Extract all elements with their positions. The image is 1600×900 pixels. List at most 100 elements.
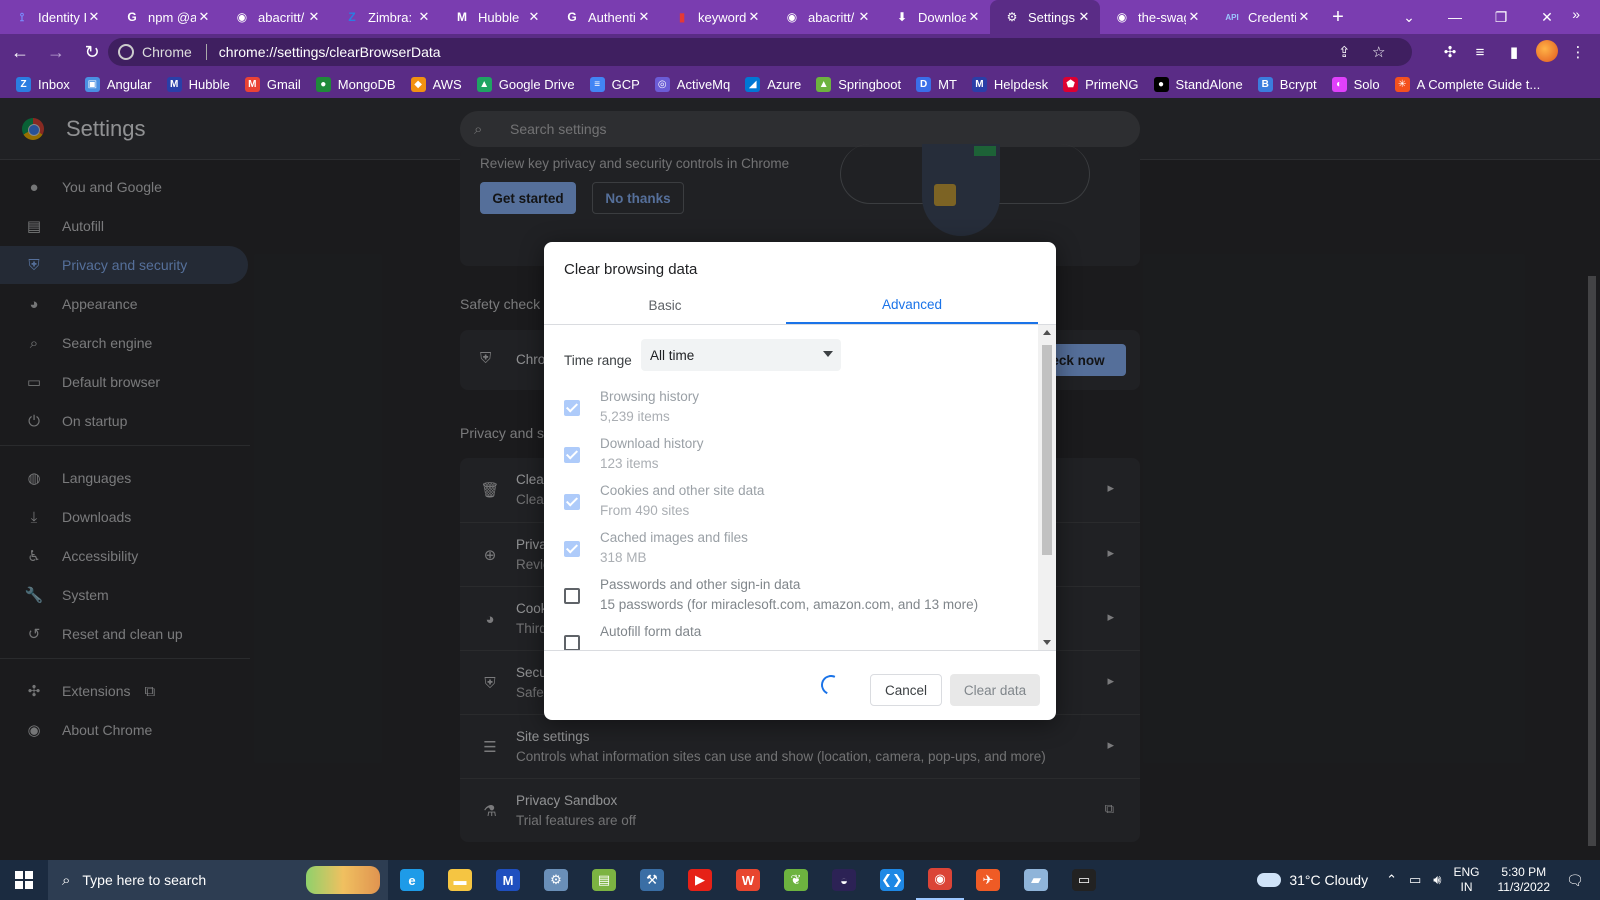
option-passwords-and-other-sign-in-data[interactable]: Passwords and other sign-in data 15 passw… <box>544 577 1044 625</box>
bookmark-16[interactable]: B Bcrypt <box>1257 76 1317 92</box>
bookmark-3[interactable]: M Hubble <box>166 76 230 92</box>
youtube-icon[interactable]: ▶ <box>676 860 724 900</box>
tab-advanced[interactable]: Advanced <box>786 286 1038 324</box>
wps-icon[interactable]: W <box>724 860 772 900</box>
bookmark-13[interactable]: M Helpdesk <box>971 76 1048 92</box>
tab-2[interactable]: Gnpm @a ✕ <box>110 0 220 34</box>
tab-10[interactable]: ⚙ Settings ✕ <box>990 0 1100 34</box>
close-tab-icon[interactable]: ✕ <box>196 9 212 25</box>
option-download-history[interactable]: Download history 123 items <box>544 436 1044 484</box>
checkbox-checked-icon[interactable] <box>564 447 580 463</box>
option-cached-images-and-files[interactable]: Cached images and files 318 MB <box>544 530 1044 578</box>
taskbar-search-box[interactable]: ⌕ Type here to search <box>48 860 388 900</box>
clock[interactable]: 5:30 PM 11/3/2022 <box>1498 865 1551 895</box>
tab-search-chevron-icon[interactable]: ⌄ <box>1386 0 1432 34</box>
bookmarks-overflow-icon[interactable]: » <box>1572 6 1580 22</box>
bookmark-15[interactable]: ● StandAlone <box>1153 76 1243 92</box>
bookmark-8[interactable]: ≡ GCP <box>589 76 640 92</box>
url-text[interactable]: chrome://settings/clearBrowserData <box>219 44 441 60</box>
checkbox-checked-icon[interactable] <box>564 494 580 510</box>
bookmark-17[interactable]: ◐ Solo <box>1331 76 1380 92</box>
bookmark-18[interactable]: ✳ A Complete Guide t... <box>1394 76 1540 92</box>
side-panel-icon[interactable]: ▮ <box>1500 38 1528 66</box>
bookmark-6[interactable]: ◆ AWS <box>410 76 462 92</box>
tab-7[interactable]: ▮ keyword ✕ <box>660 0 770 34</box>
bookmark-14[interactable]: ⬟ PrimeNG <box>1063 76 1139 92</box>
cancel-button[interactable]: Cancel <box>870 674 942 706</box>
tab-8[interactable]: ◉ abacritt/✕ <box>770 0 880 34</box>
network-tray-icon[interactable]: ▭ <box>1409 872 1421 888</box>
terminal-icon[interactable]: ▭ <box>1060 860 1108 900</box>
bookmark-1[interactable]: Z Inbox <box>16 76 70 92</box>
bookmark-9[interactable]: ◎ ActiveMq <box>654 76 730 92</box>
option-browsing-history[interactable]: Browsing history 5,239 items <box>544 389 1044 437</box>
minimize-button[interactable]: — <box>1432 0 1478 34</box>
tab-6[interactable]: G Authenti ✕ <box>550 0 660 34</box>
bookmark-12[interactable]: D MT <box>916 76 957 92</box>
eclipse-icon[interactable]: ◒ <box>820 860 868 900</box>
forward-arrow-icon[interactable]: → <box>40 36 72 68</box>
checkbox-checked-icon[interactable] <box>564 400 580 416</box>
time-range-select[interactable]: All time <box>641 339 841 371</box>
close-tab-icon[interactable]: ✕ <box>1076 9 1092 25</box>
address-bar[interactable]: Chrome chrome://settings/clearBrowserDat… <box>108 38 1412 66</box>
dialog-scrollbar[interactable] <box>1038 325 1056 650</box>
share-icon[interactable]: ⇪ <box>1338 38 1351 66</box>
option-cookies-and-other-site-data[interactable]: Cookies and other site data From 490 site… <box>544 483 1044 531</box>
checkbox-unchecked-icon[interactable] <box>564 635 580 650</box>
tab-4[interactable]: Z Zimbra: I ✕ <box>330 0 440 34</box>
hubble-app-icon[interactable]: M <box>484 860 532 900</box>
tab-basic[interactable]: Basic <box>544 286 786 324</box>
profile-avatar[interactable] <box>1536 40 1558 62</box>
bookmark-5[interactable]: ● MongoDB <box>315 76 396 92</box>
vscode-icon[interactable]: ❮❯ <box>868 860 916 900</box>
edge-icon[interactable]: e <box>388 860 436 900</box>
notepad-icon[interactable]: ▤ <box>580 860 628 900</box>
language-indicator[interactable]: ENG IN <box>1453 865 1479 895</box>
restore-button[interactable]: ❐ <box>1478 0 1524 34</box>
bookmark-7[interactable]: ▲ Google Drive <box>476 76 575 92</box>
close-tab-icon[interactable]: ✕ <box>86 9 102 25</box>
scroll-down-arrow-icon[interactable] <box>1043 640 1051 645</box>
close-tab-icon[interactable]: ✕ <box>966 9 982 25</box>
more-menu-icon[interactable]: ⋮ <box>1564 38 1592 66</box>
bookmark-4[interactable]: M Gmail <box>244 76 301 92</box>
dialog-scrollbar-thumb[interactable] <box>1042 345 1052 555</box>
tab-3[interactable]: ◉ abacritt/✕ <box>220 0 330 34</box>
new-tab-button[interactable]: + <box>1320 0 1356 34</box>
ssms-icon[interactable]: ⚒ <box>628 860 676 900</box>
extensions-puzzle-icon[interactable]: ✣ <box>1436 38 1464 66</box>
file-explorer-icon[interactable]: ▬ <box>436 860 484 900</box>
back-arrow-icon[interactable]: ← <box>4 36 36 68</box>
close-tab-icon[interactable]: ✕ <box>636 9 652 25</box>
checkbox-checked-icon[interactable] <box>564 541 580 557</box>
tray-chevron-icon[interactable]: ⌃ <box>1386 872 1397 888</box>
clear-data-button[interactable]: Clear data <box>950 674 1040 706</box>
bookmark-2[interactable]: ▣ Angular <box>84 76 152 92</box>
windows-start-icon[interactable] <box>0 860 48 900</box>
notifications-icon[interactable]: 🗨︎ <box>1566 872 1594 889</box>
spring-icon[interactable]: ❦ <box>772 860 820 900</box>
close-tab-icon[interactable]: ✕ <box>1186 9 1202 25</box>
close-tab-icon[interactable]: ✕ <box>306 9 322 25</box>
checkbox-unchecked-icon[interactable] <box>564 588 580 604</box>
reading-list-icon[interactable]: ≡ <box>1466 38 1494 66</box>
postman-icon[interactable]: ✈ <box>964 860 1012 900</box>
close-tab-icon[interactable]: ✕ <box>416 9 432 25</box>
bookmark-11[interactable]: ▲ Springboot <box>816 76 901 92</box>
reload-icon[interactable]: ↻ <box>76 36 108 68</box>
volume-icon[interactable]: 🔊︎ <box>1433 872 1441 888</box>
tab-11[interactable]: ◉ the-swag ✕ <box>1100 0 1210 34</box>
close-tab-icon[interactable]: ✕ <box>746 9 762 25</box>
close-tab-icon[interactable]: ✕ <box>1296 9 1312 25</box>
notes-icon[interactable]: ▰ <box>1012 860 1060 900</box>
network-icon[interactable]: ⚙ <box>532 860 580 900</box>
tab-9[interactable]: ⬇ Downloa ✕ <box>880 0 990 34</box>
tab-5[interactable]: M Hubble ✕ <box>440 0 550 34</box>
chrome-taskbar-icon[interactable]: ◉ <box>916 860 964 900</box>
tab-1[interactable]: ⟟ Identity I ✕ <box>0 0 110 34</box>
close-tab-icon[interactable]: ✕ <box>526 9 542 25</box>
tab-12[interactable]: API Credenti ✕ <box>1210 0 1320 34</box>
close-tab-icon[interactable]: ✕ <box>856 9 872 25</box>
option-autofill-form-data[interactable]: Autofill form data <box>544 624 1044 650</box>
